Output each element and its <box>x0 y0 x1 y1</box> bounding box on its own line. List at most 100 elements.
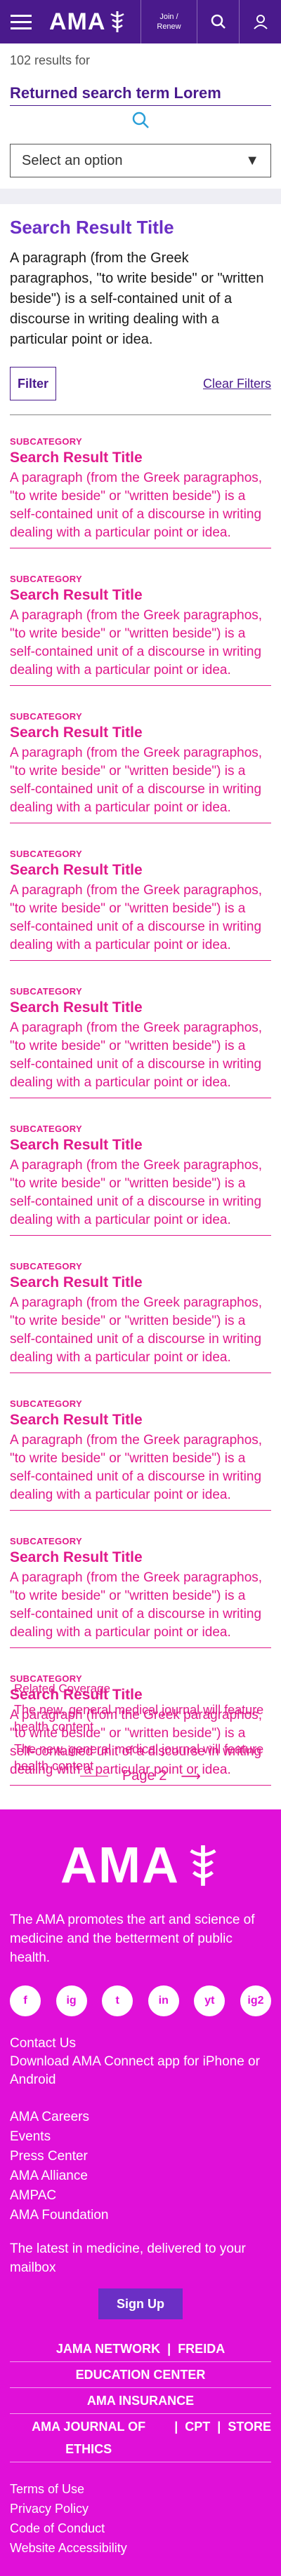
result-title[interactable]: Search Result Title <box>10 724 271 741</box>
result-description: A paragraph (from the Greek paragraphos,… <box>10 1020 263 1090</box>
page: AMA Join / Renew 102 results for Returne… <box>0 0 281 2576</box>
filter-button[interactable]: Filter <box>10 367 56 400</box>
result-title[interactable]: Search Result Title <box>10 1137 271 1154</box>
result-item: SUBCATEGORY Search Result Title A paragrap… <box>10 1261 271 1373</box>
sort-select[interactable]: Select an option ▼ <box>10 144 271 177</box>
bottom-link[interactable]: Website Accessibility <box>10 2538 271 2558</box>
network-row: AMA INSURANCE <box>10 2388 271 2414</box>
result-subcategory: SUBCATEGORY <box>10 1261 82 1272</box>
network-link[interactable]: JAMA NETWORK <box>56 2338 160 2360</box>
result-divider <box>10 1510 271 1511</box>
network-link[interactable]: CPT <box>185 2415 210 2460</box>
result-description: A paragraph (from the Greek paragraphos,… <box>10 1570 263 1640</box>
network-link[interactable]: FREIDA <box>178 2338 225 2360</box>
pagination: Page 2 ⟶ <box>0 1767 281 1785</box>
footer-logo[interactable]: AMA <box>0 1809 281 1894</box>
result-divider <box>10 1235 271 1236</box>
page-label[interactable]: Page 2 <box>122 1768 166 1784</box>
download-app-text[interactable]: Download AMA Connect app for iPhone or A… <box>10 2053 271 2089</box>
footer-link[interactable]: Press Center <box>10 2147 271 2166</box>
result-subcategory: SUBCATEGORY <box>10 1536 82 1546</box>
footer-contact: Contact Us Download AMA Connect app for … <box>0 2016 281 2089</box>
filter-row: Filter Clear Filters <box>10 365 271 402</box>
lead-result-title[interactable]: Search Result Title <box>10 217 271 238</box>
instagram-icon[interactable]: ig <box>55 1985 87 2016</box>
clear-filters-link[interactable]: Clear Filters <box>203 377 271 391</box>
footer-links: AMA Careers Events Press Center AMA Alli… <box>0 2089 281 2225</box>
social-links: f ig t in yt ig2 <box>0 1967 281 2016</box>
network-link[interactable]: AMA INSURANCE <box>87 2389 194 2412</box>
result-subcategory: SUBCATEGORY <box>10 849 82 859</box>
join-line1: Join / <box>159 13 178 21</box>
caret-down-icon: ▼ <box>245 152 259 168</box>
caduceus-icon <box>110 11 125 32</box>
linkedin-icon[interactable]: in <box>148 1985 179 2016</box>
result-item: SUBCATEGORY Search Result Title A paragrap… <box>10 1124 271 1236</box>
footer-link[interactable]: Events <box>10 2127 271 2147</box>
search-icon <box>132 112 149 128</box>
search-icon[interactable] <box>197 0 239 43</box>
result-item: SUBCATEGORY Search Result Title A paragrap… <box>10 849 271 961</box>
result-divider <box>10 1785 271 1786</box>
result-description: A paragraph (from the Greek paragraphos,… <box>10 471 263 540</box>
footer-logo-text: AMA <box>60 1837 180 1894</box>
footer-link[interactable]: AMA Careers <box>10 2108 271 2127</box>
user-icon[interactable] <box>239 0 281 43</box>
related-item[interactable]: The new, general medical journal will fe… <box>14 1701 267 1735</box>
result-title[interactable]: Search Result Title <box>10 1412 271 1429</box>
result-subcategory: SUBCATEGORY <box>10 436 82 447</box>
join-line2: Renew <box>157 22 181 31</box>
search-button[interactable] <box>0 106 281 134</box>
result-title[interactable]: Search Result Title <box>10 862 271 879</box>
ama-logo[interactable]: AMA <box>42 8 140 36</box>
network-link[interactable]: AMA JOURNAL OF ETHICS <box>10 2415 167 2460</box>
arrow-right-icon[interactable]: ⟶ <box>181 1767 201 1785</box>
network-link[interactable]: STORE <box>228 2415 271 2460</box>
menu-icon[interactable] <box>0 0 42 43</box>
footer-link[interactable]: AMA Foundation <box>10 2206 271 2225</box>
result-title[interactable]: Search Result Title <box>10 1274 271 1291</box>
footer-link[interactable]: AMA Alliance <box>10 2166 271 2186</box>
twitter-icon[interactable]: t <box>102 1985 133 2016</box>
bottom-link[interactable]: Code of Conduct <box>10 2518 271 2538</box>
bottom-link[interactable]: Privacy Policy <box>10 2499 271 2518</box>
separator: | <box>217 2420 221 2434</box>
result-divider <box>10 1647 271 1648</box>
select-value: Select an option <box>22 152 123 168</box>
network-row: EDUCATION CENTER <box>10 2362 271 2388</box>
result-subcategory: SUBCATEGORY <box>10 986 82 997</box>
result-item: SUBCATEGORY Search Result Title A paragrap… <box>10 574 271 686</box>
result-description: A paragraph (from the Greek paragraphos,… <box>10 1158 263 1227</box>
result-subcategory: SUBCATEGORY <box>10 1124 82 1134</box>
result-title[interactable]: Search Result Title <box>10 999 271 1016</box>
result-description: A paragraph (from the Greek paragraphos,… <box>10 1433 263 1502</box>
result-description: A paragraph (from the Greek paragraphos,… <box>10 608 263 677</box>
result-title[interactable]: Search Result Title <box>10 450 271 466</box>
network-row: AMA JOURNAL OF ETHICS | CPT | STORE <box>10 2414 271 2462</box>
instagram-icon-2[interactable]: ig2 <box>240 1985 271 2016</box>
lead-result: Search Result Title A paragraph (from th… <box>0 204 281 350</box>
caduceus-icon <box>190 1845 216 1886</box>
contact-link[interactable]: Contact Us <box>10 2035 271 2053</box>
result-subcategory: SUBCATEGORY <box>10 574 82 584</box>
facebook-icon[interactable]: f <box>10 1985 41 2016</box>
result-description: A paragraph (from the Greek paragraphos,… <box>10 746 263 815</box>
bottom-link[interactable]: Terms of Use <box>10 2479 271 2499</box>
site-footer: AMA The AMA promotes the art and science… <box>0 1809 281 2576</box>
result-item: SUBCATEGORY Search Result Title A paragrap… <box>10 711 271 823</box>
network-links: JAMA NETWORK | FREIDA EDUCATION CENTER AMA… <box>0 2319 281 2462</box>
related-heading: Related Coverage <box>14 1682 111 1695</box>
search-input[interactable]: Returned search term Lorem <box>10 84 271 106</box>
join-renew-link[interactable]: Join / Renew <box>140 0 197 43</box>
youtube-icon[interactable]: yt <box>194 1985 226 2016</box>
separator: | <box>167 2342 171 2356</box>
related-coverage: Related Coverage The new, general medica… <box>14 1682 267 1774</box>
result-title[interactable]: Search Result Title <box>10 1549 271 1566</box>
result-title[interactable]: Search Result Title <box>10 587 271 604</box>
signup-button[interactable]: Sign Up <box>98 2288 183 2319</box>
bottom-links: Terms of Use Privacy Policy Code of Cond… <box>0 2462 281 2558</box>
footer-link[interactable]: AMPAC <box>10 2186 271 2206</box>
network-link[interactable]: EDUCATION CENTER <box>76 2363 206 2386</box>
results-list: SUBCATEGORY Search Result Title A paragrap… <box>10 415 271 1790</box>
site-header: AMA Join / Renew <box>0 0 281 43</box>
